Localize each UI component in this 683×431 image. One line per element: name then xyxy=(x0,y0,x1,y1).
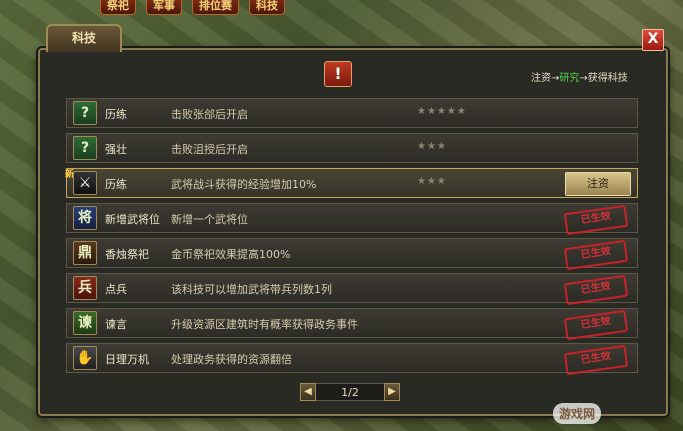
tech-name: 强壮 xyxy=(105,143,127,156)
hand-icon: ✋ xyxy=(73,346,97,370)
tech-desc: 击败沮授后开启 xyxy=(171,143,248,156)
question-icon: ? xyxy=(73,101,97,125)
tech-row[interactable]: 将 新增武将位 新增一个武将位 已生效 xyxy=(66,203,638,236)
tech-desc: 金币祭祀效果提高100% xyxy=(171,248,291,261)
tech-name: 点兵 xyxy=(105,283,127,296)
tech-name: 新增武将位 xyxy=(105,213,160,226)
tech-row[interactable]: ✋ 日理万机 处理政务获得的资源翻倍 已生效 xyxy=(66,343,638,376)
tech-name: 历练 xyxy=(105,108,127,121)
alert-icon: ! xyxy=(324,61,352,87)
flow-step-invest: 注资→ xyxy=(531,73,560,84)
next-page-button[interactable]: ▶ xyxy=(384,383,400,401)
tech-row[interactable]: ? 历练 击败张郃后开启 ★★★★★ xyxy=(66,98,638,128)
tech-name: 谏言 xyxy=(105,318,127,331)
research-flow-hint: 注资→研究→获得科技 xyxy=(531,69,628,84)
general-icon: 将 xyxy=(73,206,97,230)
swordsman-icon: ⚔ xyxy=(73,171,97,195)
activated-stamp: 已生效 xyxy=(563,204,629,236)
activated-stamp: 已生效 xyxy=(563,309,629,341)
star-rating: ★★★ xyxy=(417,141,447,152)
star-rating: ★★★ xyxy=(417,176,447,187)
watermark-logo: 游戏网 xyxy=(553,403,602,424)
tech-row[interactable]: 兵 点兵 该科技可以增加武将带兵列数1列 已生效 xyxy=(66,273,638,306)
close-button[interactable]: X xyxy=(642,29,664,51)
flow-step-obtain: →获得科技 xyxy=(579,73,628,84)
scroll-icon: 谏 xyxy=(73,311,97,335)
tech-name: 历练 xyxy=(105,178,127,191)
activated-stamp: 已生效 xyxy=(563,274,629,306)
tech-desc: 新增一个武将位 xyxy=(171,213,248,226)
tech-row[interactable]: 谏 谏言 升级资源区建筑时有概率获得政务事件 已生效 xyxy=(66,308,638,341)
flow-step-research: 研究 xyxy=(559,73,580,84)
activated-stamp: 已生效 xyxy=(563,344,629,376)
top-menu-tech[interactable]: 科技 xyxy=(249,0,285,15)
top-menu-sacrifice[interactable]: 祭祀 xyxy=(100,0,136,15)
activated-stamp: 已生效 xyxy=(563,239,629,271)
invest-button[interactable]: 注资 xyxy=(565,172,631,196)
pagination: ◀ 1/2 ▶ xyxy=(300,383,400,401)
tech-row[interactable]: ⚔ 新 历练 武将战斗获得的经验增加10% ★★★ 注资 xyxy=(65,168,638,198)
tech-desc: 处理政务获得的资源翻倍 xyxy=(171,353,292,366)
tab-tech[interactable]: 科技 xyxy=(46,24,122,52)
incense-cup-icon: 鼎 xyxy=(73,241,97,265)
tech-name: 日理万机 xyxy=(105,353,149,366)
top-menu-ranking[interactable]: 排位赛 xyxy=(192,0,239,15)
tech-row[interactable]: ? 强壮 击败沮授后开启 ★★★ xyxy=(66,133,638,163)
star-rating: ★★★★★ xyxy=(417,106,467,117)
tech-list: ? 历练 击败张郃后开启 ★★★★★ ? 强壮 击败沮授后开启 ★★★ ⚔ 新 … xyxy=(65,98,638,378)
tech-desc: 升级资源区建筑时有概率获得政务事件 xyxy=(171,318,358,331)
tech-desc: 该科技可以增加武将带兵列数1列 xyxy=(171,283,332,296)
top-menu-military[interactable]: 军事 xyxy=(146,0,182,15)
top-menu-bar: 祭祀 军事 排位赛 科技 xyxy=(100,0,285,15)
new-badge: 新 xyxy=(65,170,75,180)
tech-desc: 武将战斗获得的经验增加10% xyxy=(171,178,317,191)
prev-page-button[interactable]: ◀ xyxy=(300,383,316,401)
tech-name: 香烛祭祀 xyxy=(105,248,149,261)
soldier-icon: 兵 xyxy=(73,276,97,300)
page-indicator: 1/2 xyxy=(316,383,384,401)
tech-row[interactable]: 鼎 香烛祭祀 金币祭祀效果提高100% 已生效 xyxy=(66,238,638,271)
question-icon: ? xyxy=(73,136,97,160)
tech-desc: 击败张郃后开启 xyxy=(171,108,248,121)
